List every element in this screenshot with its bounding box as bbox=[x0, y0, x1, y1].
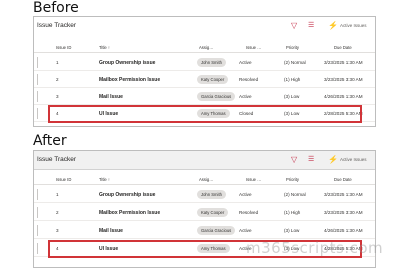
issue-due-date: 3/23/2025 1:30 AM bbox=[324, 192, 363, 197]
column-header-title[interactable]: Title ↑ bbox=[99, 177, 110, 182]
issue-title[interactable]: UI Issue bbox=[99, 246, 118, 252]
column-header-issue-id[interactable]: Issue ID bbox=[56, 177, 71, 182]
before-heading: Before bbox=[33, 0, 79, 16]
issue-title[interactable]: Group Ownership issue bbox=[99, 60, 155, 66]
issue-priority: (3) Low bbox=[284, 94, 300, 99]
issue-title[interactable]: Group Ownership issue bbox=[99, 192, 155, 198]
issue-due-date: 2/28/2025 5:30 AM bbox=[324, 111, 363, 116]
row-selector[interactable] bbox=[37, 189, 38, 200]
issue-due-date: 3/23/2025 3:30 AM bbox=[324, 77, 363, 82]
column-header-issue-status[interactable]: Issue … bbox=[246, 177, 261, 182]
issue-due-date: 4/26/2025 1:30 AM bbox=[324, 228, 363, 233]
issue-tracker-before-panel: Issue Tracker ▽ ☰ ⚡ Active Issues Issue … bbox=[33, 16, 376, 127]
assignee-pill[interactable]: Garcia Gracious bbox=[197, 226, 236, 235]
table-row[interactable]: 1 Group Ownership issue John Smith Activ… bbox=[34, 54, 375, 71]
issue-priority: (3) Low bbox=[284, 228, 300, 233]
issue-id: 3 bbox=[56, 94, 59, 99]
issue-id: 1 bbox=[56, 60, 59, 65]
flow-icon[interactable]: ⚡ bbox=[328, 21, 338, 31]
table-row[interactable]: 3 Mail Issue Garcia Gracious Active (3) … bbox=[34, 88, 375, 105]
view-selector[interactable]: Active Issues bbox=[340, 157, 367, 162]
column-header-due-date[interactable]: Due Date bbox=[334, 177, 352, 182]
table-row[interactable]: 2 Mailbox Permission Issue Katy Cooper R… bbox=[34, 71, 375, 88]
issue-due-date: 3/23/2025 3:30 AM bbox=[324, 210, 363, 215]
row-selector[interactable] bbox=[37, 243, 38, 254]
issue-priority: (2) Normal bbox=[284, 60, 306, 65]
issue-status: Resolved bbox=[239, 77, 259, 82]
assignee-pill[interactable]: Katy Cooper bbox=[197, 75, 229, 84]
assignee-pill[interactable]: John Smith bbox=[197, 190, 226, 199]
issue-priority: (3) Low bbox=[284, 111, 300, 116]
view-selector[interactable]: Active Issues bbox=[340, 23, 367, 28]
column-header-issue-status[interactable]: Issue … bbox=[246, 45, 261, 50]
column-header-row: Issue ID Title ↑ Assig… Issue … Priority… bbox=[34, 41, 375, 53]
app-title: Issue Tracker bbox=[37, 22, 77, 29]
assignee-pill[interactable]: Garcia Gracious bbox=[197, 92, 236, 101]
list-view-icon[interactable]: ☰ bbox=[308, 21, 314, 31]
issue-status: Active bbox=[239, 60, 252, 65]
column-header-title[interactable]: Title ↑ bbox=[99, 45, 110, 50]
column-header-priority[interactable]: Priority bbox=[286, 45, 299, 50]
issue-status: Resolved bbox=[239, 210, 259, 215]
app-title: Issue Tracker bbox=[37, 156, 77, 163]
issue-id: 3 bbox=[56, 228, 59, 233]
issue-id: 2 bbox=[56, 77, 59, 82]
column-header-priority[interactable]: Priority bbox=[286, 177, 299, 182]
row-selector[interactable] bbox=[37, 57, 38, 68]
column-header-issue-id[interactable]: Issue ID bbox=[56, 45, 71, 50]
column-header-assignee[interactable]: Assig… bbox=[199, 177, 213, 182]
app-toolbar: Issue Tracker ▽ ☰ ⚡ Active Issues bbox=[34, 17, 375, 36]
app-toolbar: Issue Tracker ▽ ☰ ⚡ Active Issues bbox=[34, 151, 375, 170]
row-selector[interactable] bbox=[37, 74, 38, 85]
issue-title[interactable]: UI Issue bbox=[99, 111, 118, 117]
table-row[interactable]: 2 Mailbox Permission Issue Katy Cooper R… bbox=[34, 204, 375, 221]
issue-id: 2 bbox=[56, 210, 59, 215]
table-row[interactable]: 4 UI Issue Amy Thomas Closed (3) Low 2/2… bbox=[34, 105, 375, 122]
row-selector[interactable] bbox=[37, 108, 38, 119]
table-row[interactable]: 3 Mail Issue Garcia Gracious Active (3) … bbox=[34, 222, 375, 239]
issue-status: Active bbox=[239, 228, 252, 233]
assignee-pill[interactable]: Katy Cooper bbox=[197, 208, 229, 217]
assignee-pill[interactable]: John Smith bbox=[197, 58, 226, 67]
issue-priority: (1) High bbox=[284, 210, 301, 215]
issue-id: 1 bbox=[56, 192, 59, 197]
issue-priority: (1) High bbox=[284, 77, 301, 82]
issue-title[interactable]: Mailbox Permission Issue bbox=[99, 210, 160, 216]
issue-status: Active bbox=[239, 192, 252, 197]
issue-status: Closed bbox=[239, 111, 254, 116]
row-selector[interactable] bbox=[37, 225, 38, 236]
after-heading: After bbox=[33, 133, 67, 149]
issue-due-date: 3/23/2025 1:30 AM bbox=[324, 60, 363, 65]
issue-title[interactable]: Mail Issue bbox=[99, 94, 123, 100]
row-selector[interactable] bbox=[37, 207, 38, 218]
issue-title[interactable]: Mail Issue bbox=[99, 228, 123, 234]
table-row[interactable]: 1 Group Ownership issue John Smith Activ… bbox=[34, 186, 375, 203]
assignee-pill[interactable]: Amy Thomas bbox=[197, 244, 230, 253]
issue-title[interactable]: Mailbox Permission Issue bbox=[99, 77, 160, 83]
list-view-icon[interactable]: ☰ bbox=[308, 155, 314, 165]
filter-icon[interactable]: ▽ bbox=[291, 21, 297, 31]
flow-icon[interactable]: ⚡ bbox=[328, 155, 338, 165]
issue-id: 4 bbox=[56, 246, 59, 251]
column-header-assignee[interactable]: Assig… bbox=[199, 45, 213, 50]
watermark: m365scripts.com bbox=[246, 239, 384, 257]
row-selector[interactable] bbox=[37, 91, 38, 102]
issue-status: Active bbox=[239, 94, 252, 99]
column-header-due-date[interactable]: Due Date bbox=[334, 45, 352, 50]
filter-icon[interactable]: ▽ bbox=[291, 155, 297, 165]
assignee-pill[interactable]: Amy Thomas bbox=[197, 109, 230, 118]
issue-priority: (2) Normal bbox=[284, 192, 306, 197]
column-header-row: Issue ID Title ↑ Assig… Issue … Priority… bbox=[34, 173, 375, 185]
issue-due-date: 4/26/2025 1:30 AM bbox=[324, 94, 363, 99]
issue-id: 4 bbox=[56, 111, 59, 116]
